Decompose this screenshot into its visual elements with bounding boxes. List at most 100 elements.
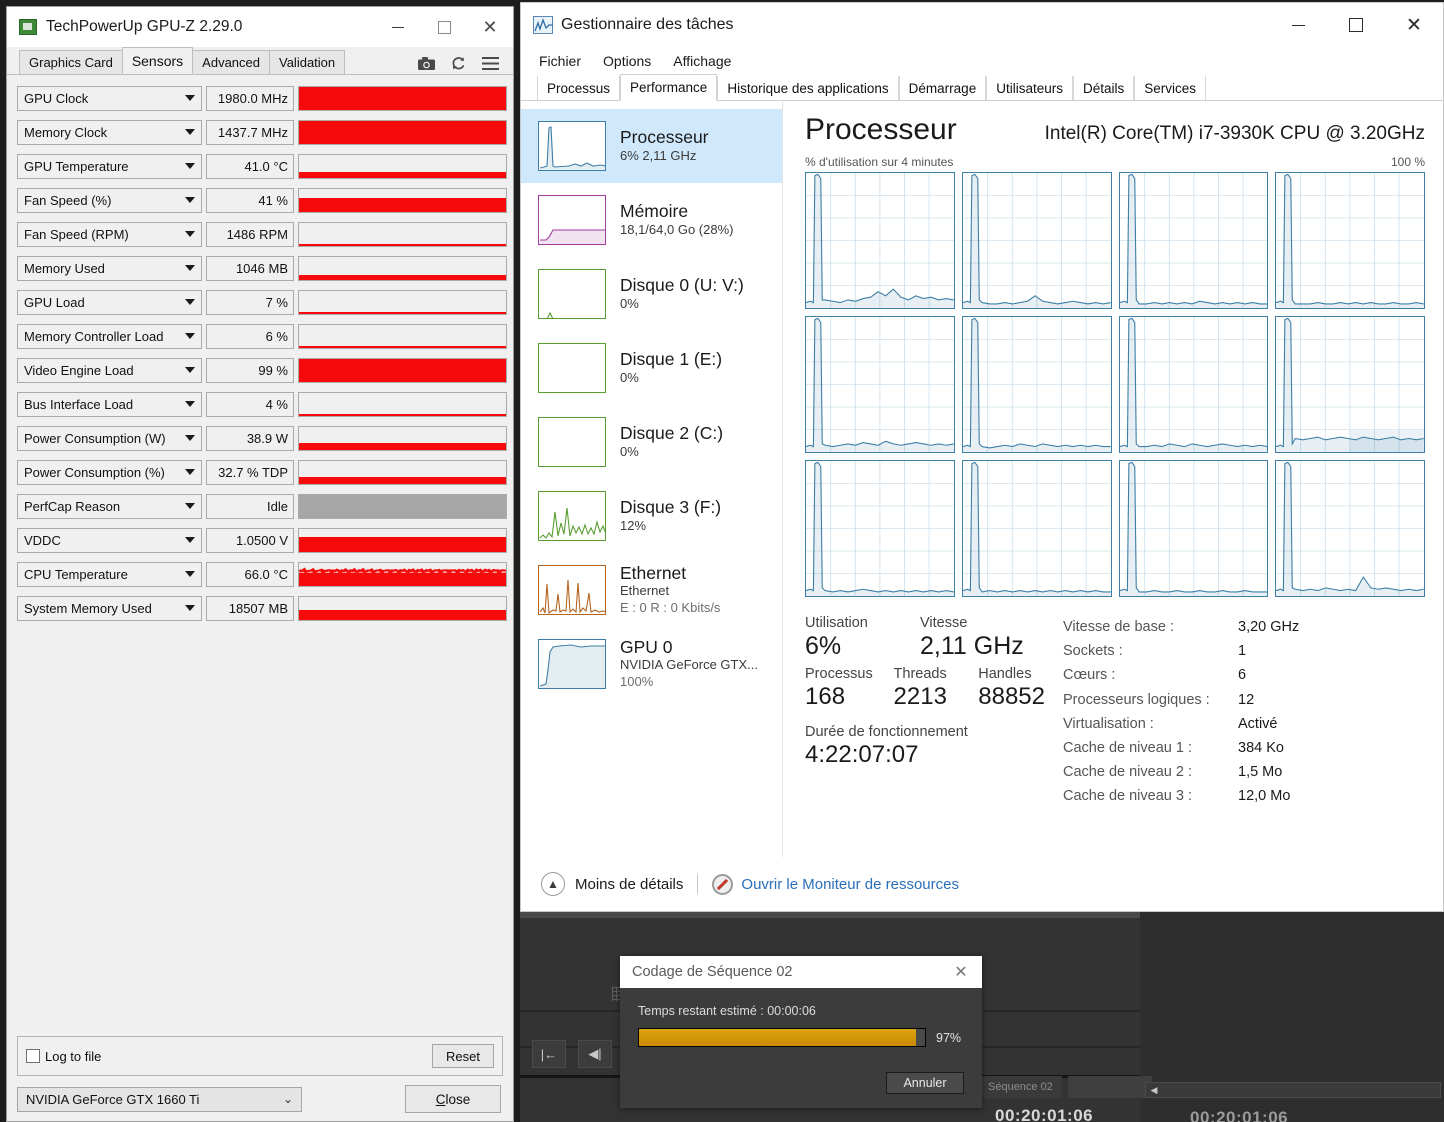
resource-monitor-icon[interactable]	[712, 874, 733, 895]
gpuz-close-action-button[interactable]: Close	[405, 1085, 501, 1113]
cpu-info-row: Processeurs logiques :12	[1063, 688, 1299, 712]
sensor-name-dropdown[interactable]: Fan Speed (%)	[17, 188, 202, 213]
task-manager-menu-bar[interactable]: Fichier Options Affichage	[521, 47, 1443, 75]
sensor-row: Memory Controller Load6 %	[17, 321, 507, 351]
menu-fichier[interactable]: Fichier	[539, 53, 581, 69]
cpu-header: Processeur Intel(R) Core(TM) i7-3930K CP…	[805, 113, 1425, 147]
sensor-name-dropdown[interactable]: Memory Used	[17, 256, 202, 281]
sensor-name-dropdown[interactable]: VDDC	[17, 528, 202, 553]
performance-sidebar[interactable]: Processeur6% 2,11 GHzMémoire18,1/64,0 Go…	[521, 101, 783, 857]
sidebar-item-sub1: 0%	[620, 296, 744, 313]
task-manager-close-button[interactable]: ✕	[1385, 3, 1443, 47]
task-manager-icon	[533, 16, 553, 34]
reset-button[interactable]: Reset	[432, 1044, 494, 1068]
refresh-icon[interactable]	[451, 56, 466, 71]
goto-start-button[interactable]: |←	[532, 1040, 566, 1068]
sensor-name-dropdown[interactable]: System Memory Used	[17, 596, 202, 621]
sidebar-item-processeur[interactable]: Processeur6% 2,11 GHz	[521, 109, 782, 183]
hamburger-menu-icon[interactable]	[482, 57, 499, 70]
gpu-select-dropdown[interactable]: NVIDIA GeForce GTX 1660 Ti ⌄	[17, 1087, 302, 1112]
sidebar-item-disque-3-f[interactable]: Disque 3 (F:)12%	[521, 479, 782, 553]
gpuz-window[interactable]: TechPowerUp GPU-Z 2.29.0 ✕ Graphics Card…	[6, 6, 514, 1122]
task-manager-maximize-button[interactable]	[1327, 3, 1385, 47]
sensor-graph-fill	[299, 414, 506, 416]
sidebar-item-disque-0-u-v[interactable]: Disque 0 (U: V:)0%	[521, 257, 782, 331]
step-back-button[interactable]: ◀|	[578, 1040, 612, 1068]
task-manager-window[interactable]: Gestionnaire des tâches ✕ Fichier Option…	[520, 2, 1444, 912]
menu-affichage[interactable]: Affichage	[673, 53, 731, 69]
sensor-graph-fill	[299, 346, 506, 348]
gpuz-toolbar[interactable]	[418, 56, 513, 74]
sidebar-item-label: GPU 0	[620, 637, 758, 657]
gpuz-footer: Log to file Reset NVIDIA GeForce GTX 166…	[7, 1036, 513, 1121]
stat-vitesse-label: Vitesse	[920, 615, 1024, 631]
menu-options[interactable]: Options	[603, 53, 651, 69]
open-resource-monitor-link[interactable]: Ouvrir le Moniteur de ressources	[741, 876, 959, 893]
gpuz-tab-sensors[interactable]: Sensors	[122, 47, 193, 74]
sensor-name-dropdown[interactable]: GPU Clock	[17, 86, 202, 111]
stat-utilisation-label: Utilisation	[805, 615, 910, 631]
tab-utilisateurs[interactable]: Utilisateurs	[986, 76, 1073, 100]
gpuz-minimize-button[interactable]	[375, 7, 421, 47]
gpuz-title-bar[interactable]: TechPowerUp GPU-Z 2.29.0 ✕	[7, 7, 513, 47]
sidebar-thumbnail-graph	[538, 195, 606, 245]
camera-icon[interactable]	[418, 57, 435, 70]
sidebar-item-disque-2-c[interactable]: Disque 2 (C:)0%	[521, 405, 782, 479]
sidebar-item-text: EthernetEthernetE : 0 R : 0 Kbits/s	[620, 563, 720, 617]
sidebar-item-disque-1-e[interactable]: Disque 1 (E:)0%	[521, 331, 782, 405]
task-manager-tab-bar[interactable]: Processus Performance Historique des app…	[521, 75, 1443, 101]
chevron-down-icon	[185, 129, 195, 135]
sensor-name-dropdown[interactable]: Power Consumption (W)	[17, 426, 202, 451]
sensor-graph	[298, 562, 507, 587]
tab-processus[interactable]: Processus	[537, 76, 620, 100]
cpu-info-row: Sockets :1	[1063, 639, 1299, 663]
task-manager-title-bar[interactable]: Gestionnaire des tâches ✕	[521, 3, 1443, 47]
sidebar-item-label: Disque 0 (U: V:)	[620, 275, 744, 295]
sensor-name-dropdown[interactable]: GPU Temperature	[17, 154, 202, 179]
cpu-info-value: 12,0 Mo	[1238, 784, 1290, 808]
scroll-left-icon[interactable]: ◀	[1148, 1084, 1160, 1096]
sensor-name-dropdown[interactable]: Video Engine Load	[17, 358, 202, 383]
cpu-info-value: Activé	[1238, 712, 1278, 736]
tab-details[interactable]: Détails	[1073, 76, 1134, 100]
sensor-name-dropdown[interactable]: CPU Temperature	[17, 562, 202, 587]
sensor-name-dropdown[interactable]: Power Consumption (%)	[17, 460, 202, 485]
cpu-core-graph	[1275, 460, 1425, 597]
gpuz-close-button[interactable]: ✕	[467, 7, 513, 47]
sequence-tab[interactable]: Séquence 02	[982, 1076, 1062, 1098]
tab-services[interactable]: Services	[1134, 76, 1206, 100]
sidebar-item-ethernet[interactable]: EthernetEthernetE : 0 R : 0 Kbits/s	[521, 553, 782, 627]
sensor-name-dropdown[interactable]: Memory Controller Load	[17, 324, 202, 349]
gpuz-tab-validation[interactable]: Validation	[269, 50, 345, 74]
tab-historique-des-applications[interactable]: Historique des applications	[717, 76, 898, 100]
gpu-select-value: NVIDIA GeForce GTX 1660 Ti	[26, 1092, 199, 1107]
encode-dialog-close-icon[interactable]: ✕	[948, 959, 974, 985]
log-to-file-checkbox[interactable]	[26, 1049, 40, 1063]
tab-performance[interactable]: Performance	[620, 74, 717, 101]
footer-separator	[697, 874, 698, 894]
sensor-name-label: Power Consumption (%)	[24, 465, 165, 480]
sidebar-item-gpu-0[interactable]: GPU 0NVIDIA GeForce GTX...100%	[521, 627, 782, 701]
encode-cancel-button[interactable]: Annuler	[886, 1072, 964, 1094]
chevron-up-icon[interactable]: ▲	[541, 872, 565, 896]
stat-uptime-label: Durée de fonctionnement	[805, 724, 1045, 740]
encode-dialog[interactable]: Codage de Séquence 02 ✕ Temps restant es…	[620, 956, 982, 1108]
cpu-info-list: Vitesse de base :3,20 GHzSockets :1Cœurs…	[1063, 615, 1299, 809]
sensor-name-dropdown[interactable]: GPU Load	[17, 290, 202, 315]
sensor-row: Power Consumption (W)38.9 W	[17, 423, 507, 453]
gpuz-tab-bar[interactable]: Graphics Card Sensors Advanced Validatio…	[7, 47, 513, 75]
gpuz-tab-graphics-card[interactable]: Graphics Card	[19, 50, 123, 74]
sensor-name-dropdown[interactable]: Memory Clock	[17, 120, 202, 145]
sensor-name-dropdown[interactable]: Fan Speed (RPM)	[17, 222, 202, 247]
tab-demarrage[interactable]: Démarrage	[899, 76, 987, 100]
sensor-name-dropdown[interactable]: Bus Interface Load	[17, 392, 202, 417]
less-details-button[interactable]: Moins de détails	[575, 876, 683, 893]
sidebar-item-m-moire[interactable]: Mémoire18,1/64,0 Go (28%)	[521, 183, 782, 257]
sidebar-item-text: Disque 3 (F:)12%	[620, 497, 721, 534]
gpuz-tab-advanced[interactable]: Advanced	[192, 50, 270, 74]
sensor-row: Fan Speed (%)41 %	[17, 185, 507, 215]
task-manager-minimize-button[interactable]	[1269, 3, 1327, 47]
program-scrollbar[interactable]	[1145, 1082, 1441, 1098]
sensor-name-dropdown[interactable]: PerfCap Reason	[17, 494, 202, 519]
gpuz-maximize-button[interactable]	[421, 7, 467, 47]
